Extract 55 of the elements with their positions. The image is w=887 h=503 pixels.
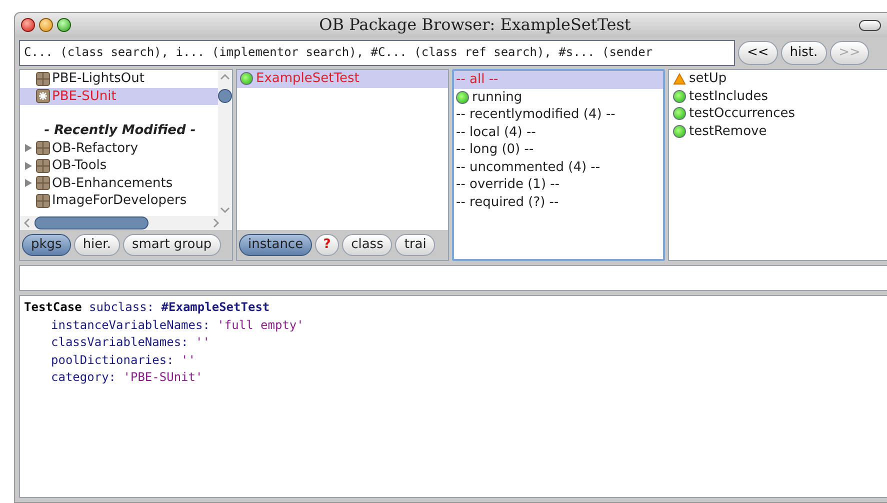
toggle-button[interactable]: pkgs: [22, 234, 71, 256]
category-item[interactable]: -- local (4) --: [454, 124, 663, 141]
category-item[interactable]: -- recentlymodified (4) --: [454, 106, 663, 124]
package-icon: [36, 158, 50, 173]
package-star-icon: [36, 89, 50, 104]
horizontal-scrollbar[interactable]: [20, 216, 232, 230]
package-item[interactable]: ImageForDevelopers: [20, 192, 218, 210]
window-title: OB Package Browser: ExampleSetTest: [318, 14, 632, 36]
expand-triangle-icon[interactable]: [24, 179, 32, 188]
test-passed-icon: [456, 90, 469, 104]
package-icon: [36, 176, 50, 190]
category-item[interactable]: -- override (1) --: [454, 176, 663, 194]
test-passed-icon: [240, 72, 253, 86]
expand-triangle-icon[interactable]: [24, 162, 32, 170]
collapse-icon[interactable]: [859, 20, 881, 30]
category-item[interactable]: running: [454, 88, 663, 106]
method-item[interactable]: setUp: [669, 70, 887, 88]
code-line: category: 'PBE-SUnit': [50, 369, 204, 386]
category-item[interactable]: -- required (?) --: [454, 194, 663, 211]
package-item[interactable]: OB-Enhancements: [20, 174, 218, 192]
close-icon[interactable]: [21, 18, 35, 32]
toggle-button[interactable]: hier.: [74, 234, 120, 256]
code-line: TestCase subclass: #ExampleSetTest: [24, 299, 271, 316]
expand-triangle-icon[interactable]: [24, 144, 32, 152]
method-item[interactable]: testIncludes: [669, 88, 887, 105]
annotation-field[interactable]: [19, 265, 887, 291]
history-button[interactable]: <<: [738, 41, 778, 65]
toggle-button[interactable]: class: [342, 234, 392, 256]
package-icon: [36, 194, 50, 208]
list-heading: - Recently Modified -: [43, 122, 197, 140]
toggle-button[interactable]: smart group: [122, 234, 221, 256]
package-icon: [36, 72, 50, 86]
test-passed-icon: [673, 124, 686, 138]
search-field[interactable]: C... (class search), i... (implementor search), #C... (class ref search), #s... (sender: [19, 40, 735, 66]
minimize-icon[interactable]: [39, 18, 53, 32]
category-item[interactable]: -- long (0) --: [454, 141, 663, 158]
package-icon: [36, 141, 50, 156]
code-line: classVariableNames: '': [50, 334, 211, 351]
code-editor[interactable]: TestCase subclass: #ExampleSetTest instanceVariableNames: 'full empty' classVariableNames: '' poolDictionaries: '' category: 'PBE-SUnit': [19, 295, 887, 498]
package-item[interactable]: PBE-LightsOut: [20, 70, 218, 88]
method-item[interactable]: testOccurrences: [669, 105, 887, 122]
warning-triangle-icon: [673, 72, 686, 85]
category-item[interactable]: -- uncommented (4) --: [454, 158, 663, 176]
test-passed-icon: [673, 107, 686, 120]
toggle-button[interactable]: trai: [395, 234, 436, 256]
history-button[interactable]: hist.: [780, 41, 827, 65]
help-button[interactable]: ?: [315, 234, 340, 256]
maximize-icon[interactable]: [57, 18, 71, 32]
package-item[interactable]: OB-Tools: [20, 157, 218, 174]
code-line: instanceVariableNames: 'full empty': [50, 316, 305, 334]
method-item[interactable]: testRemove: [669, 122, 887, 140]
package-item[interactable]: OB-Refactory: [20, 140, 218, 157]
code-line: poolDictionaries: '': [50, 352, 197, 368]
toggle-button[interactable]: instance: [239, 234, 312, 256]
test-passed-icon: [673, 90, 686, 103]
